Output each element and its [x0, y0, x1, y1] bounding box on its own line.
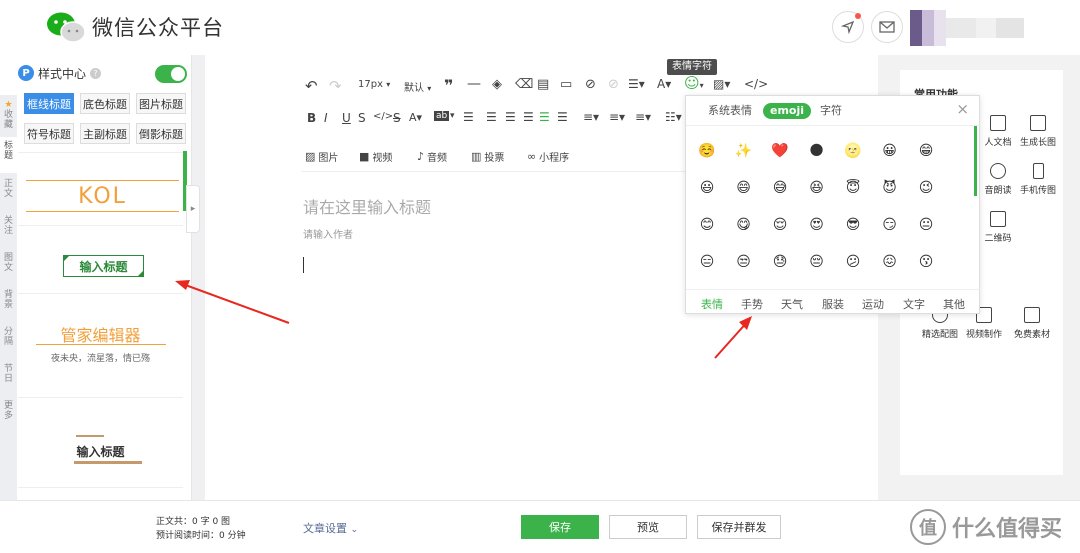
- watermark-logo-icon: 值: [910, 509, 946, 545]
- annotation-arrows: [175, 280, 752, 359]
- preview-button[interactable]: 预览: [609, 515, 687, 539]
- watermark-text: 什么值得买: [952, 517, 1063, 542]
- red-arrow-right: [714, 316, 752, 359]
- save-publish-button[interactable]: 保存并群发: [697, 515, 781, 539]
- article-settings-label: 文章设置: [303, 522, 347, 535]
- word-count: 正文共：0 字 0 图: [156, 517, 231, 527]
- chevron-down-icon: ⌄: [350, 525, 359, 535]
- article-settings-link[interactable]: 文章设置 ⌄: [303, 520, 358, 536]
- save-button[interactable]: 保存: [521, 515, 599, 539]
- read-time: 预计阅读时间：0 分钟: [156, 531, 246, 541]
- bottom-bar: 正文共：0 字 0 图 预计阅读时间：0 分钟 文章设置 ⌄ 保存 预览 保存并…: [0, 500, 1080, 553]
- red-arrow-left: [175, 280, 290, 324]
- site-watermark: 值 什么值得买: [910, 509, 1062, 545]
